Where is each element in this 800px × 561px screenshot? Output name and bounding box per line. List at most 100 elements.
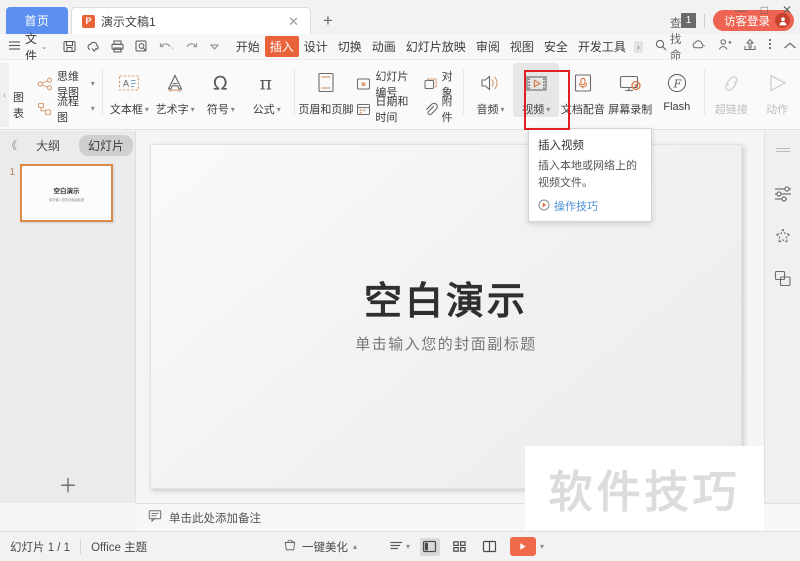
divider	[703, 69, 705, 115]
reading-view-button[interactable]	[480, 538, 500, 556]
beautify-button[interactable]: 一键美化 ▴	[283, 538, 357, 555]
ribbon-item-date-time[interactable]: 日期和时间	[353, 96, 419, 124]
ribbon-item-textbox[interactable]: A 文本框 ▾	[107, 63, 153, 117]
tab-view[interactable]: 视图	[505, 36, 539, 57]
ribbon-item-attachment-label: 附件	[441, 95, 453, 124]
thumbnail-list-item[interactable]: 1 空白演示 单击输入您的封面副标题	[0, 159, 135, 222]
video-icon	[523, 68, 550, 98]
chevron-down-icon: ▾	[546, 104, 551, 114]
tab-design[interactable]: 设计	[299, 36, 333, 57]
ribbon-item-wordart[interactable]: 艺术字 ▾	[152, 63, 198, 117]
collapse-ribbon-icon[interactable]	[783, 38, 797, 56]
beautify-icon	[283, 538, 297, 555]
tab-insert[interactable]: 插入	[264, 36, 299, 57]
chevron-down-icon: ▾	[90, 104, 95, 113]
slide-title-placeholder[interactable]: 空白演示	[151, 270, 741, 325]
ribbon-item-doc-dubbing[interactable]: 文档配音	[559, 63, 606, 117]
slide-subtitle-placeholder[interactable]: 单击输入您的封面副标题	[151, 333, 741, 354]
redo-icon[interactable]	[184, 39, 199, 54]
document-tab[interactable]: P 演示文稿1 ✕	[71, 7, 311, 34]
flash-icon: F	[664, 68, 690, 98]
print-icon[interactable]	[110, 39, 125, 54]
chevron-down-icon: ▾	[144, 104, 149, 114]
screen-record-icon	[617, 68, 644, 98]
more-icon[interactable]	[768, 37, 772, 56]
theme-name[interactable]: Office 主题	[81, 539, 157, 555]
ribbon-item-header-footer[interactable]: 页眉和页脚	[298, 63, 353, 117]
divider	[293, 69, 295, 115]
ribbon-item-flowchart[interactable]: 流程图 ▾	[34, 96, 98, 124]
tooltip-title: 插入视频	[538, 140, 584, 152]
undo-icon[interactable]	[158, 39, 175, 54]
tab-slideshow[interactable]: 幻灯片放映	[401, 36, 471, 57]
ribbon-item-header-footer-label: 页眉和页脚	[298, 104, 354, 116]
label-text: 视频	[522, 104, 545, 116]
ribbon-item-formula[interactable]: π 公式 ▾	[244, 63, 290, 117]
svg-text:A: A	[123, 78, 129, 88]
chevron-down-icon: ▾	[405, 542, 410, 551]
tab-developer-tools[interactable]: 开发工具	[573, 36, 631, 57]
search-icon	[655, 39, 667, 54]
tooltip-tips-link[interactable]: 操作技巧	[538, 198, 642, 214]
print-preview-icon[interactable]	[134, 39, 149, 54]
slide-sorter-view-button[interactable]	[450, 538, 470, 556]
tab-animation[interactable]: 动画	[367, 36, 401, 57]
tab-start[interactable]: 开始	[231, 36, 265, 57]
new-tab-button[interactable]: +	[323, 11, 333, 34]
panel-tab-slides[interactable]: 幻灯片	[79, 134, 134, 156]
beautify-label: 一键美化	[301, 541, 348, 554]
ribbon-item-symbol[interactable]: Ω 符号 ▾	[198, 63, 244, 117]
ribbon-item-mindmap[interactable]: 思维导图 ▾	[34, 71, 98, 99]
ribbon-item-audio[interactable]: 音频 ▾	[468, 63, 514, 117]
cloud-icon[interactable]	[691, 38, 707, 56]
ribbon-item-chart[interactable]: 图表	[9, 89, 34, 129]
mindmap-icon	[37, 76, 53, 92]
ribbon-item-object[interactable]: 对象	[420, 71, 459, 99]
quick-access-toolbar	[62, 39, 221, 54]
notes-placeholder: 单击此处添加备注	[169, 512, 261, 525]
ribbon-item-action[interactable]: 动作	[754, 63, 800, 117]
normal-view-button[interactable]	[419, 537, 440, 556]
ribbon-item-hyperlink[interactable]: 超链接	[709, 63, 755, 117]
ribbon-item-video[interactable]: 视频 ▾	[513, 63, 560, 117]
star-effects-icon[interactable]	[771, 224, 795, 248]
tab-security[interactable]: 安全	[539, 36, 573, 57]
start-slideshow-button[interactable]: ▾	[509, 537, 544, 556]
properties-icon[interactable]	[771, 181, 795, 205]
maximize-icon[interactable]: □	[761, 4, 768, 16]
tab-review[interactable]: 审阅	[471, 36, 505, 57]
minimize-icon[interactable]: —	[735, 4, 747, 16]
save-icon[interactable]	[62, 39, 77, 54]
panel-tab-outline[interactable]: 大纲	[27, 135, 69, 156]
ribbon-group-fields: 幻灯片编号 日期和时间	[353, 63, 419, 125]
slide-editing-area[interactable]: 空白演示 单击输入您的封面副标题	[150, 144, 742, 489]
customize-icon[interactable]	[208, 40, 221, 53]
window-close-icon[interactable]: ✕	[782, 4, 792, 16]
ribbon-collapse-left[interactable]: ‹	[0, 63, 9, 127]
ribbon-tabs: 开始 插入 设计 切换 动画 幻灯片放映 审阅 视图 安全 开发工具 ›	[231, 36, 643, 57]
chevron-down-icon: ▾	[230, 104, 235, 114]
shape-duplicate-icon[interactable]	[771, 267, 795, 291]
tab-transition[interactable]: 切换	[333, 36, 367, 57]
cloud-sync-icon[interactable]	[86, 39, 101, 54]
view-controls: ▾ ▾	[389, 537, 800, 556]
file-menu[interactable]: 文件 ⌄	[8, 30, 48, 64]
document-tab-label: 演示文稿1	[101, 14, 156, 29]
menu-bar-right	[691, 37, 800, 56]
more-tabs-button[interactable]: ›	[633, 40, 643, 53]
ribbon-item-attachment[interactable]: 附件	[420, 96, 459, 124]
share-user-icon[interactable]	[718, 38, 732, 56]
share-icon[interactable]	[743, 38, 757, 56]
slide-thumbnail-1[interactable]: 空白演示 单击输入您的封面副标题	[20, 164, 113, 222]
ribbon-item-flash[interactable]: F Flash	[654, 63, 700, 113]
ribbon-item-screen-record[interactable]: 屏幕录制	[607, 63, 654, 117]
label-text: 公式	[252, 104, 275, 116]
collapse-panel-icon[interactable]: 《	[6, 137, 17, 153]
rail-top-divider	[771, 138, 795, 162]
add-slide-button[interactable]: ＋	[0, 465, 136, 503]
close-icon[interactable]: ✕	[285, 15, 302, 28]
divider	[704, 13, 705, 28]
chevron-down-icon: ▾	[90, 79, 95, 88]
ribbon-item-slide-number[interactable]: 幻灯片编号	[353, 71, 419, 99]
list-view-button[interactable]: ▾	[389, 539, 410, 555]
